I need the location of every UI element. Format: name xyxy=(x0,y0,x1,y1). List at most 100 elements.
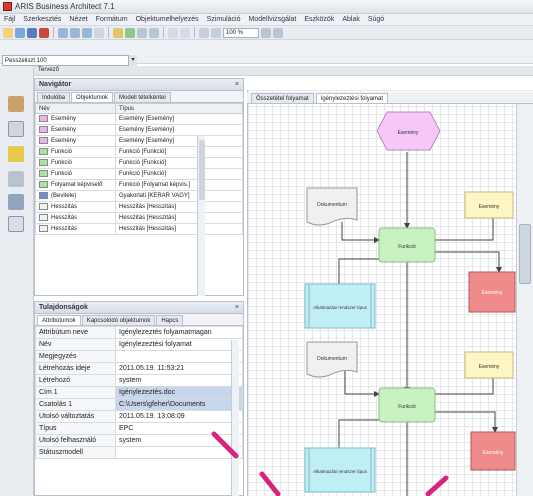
object-name-cell[interactable]: (Bevitele) xyxy=(35,190,116,202)
undo-icon[interactable] xyxy=(168,27,178,38)
menu-view[interactable]: Nézet xyxy=(69,16,87,23)
designer-icon[interactable] xyxy=(8,146,24,162)
attribute-row[interactable]: Státuszmodell xyxy=(35,446,243,459)
canvas-scrollbar[interactable] xyxy=(516,104,533,496)
attribute-value[interactable]: EPC xyxy=(115,422,243,435)
scroll-thumb[interactable] xyxy=(519,224,531,284)
attribute-row[interactable]: Cím 1 Igénylezeztés.doc xyxy=(35,386,243,399)
object-name-cell[interactable]: Funkció xyxy=(35,168,116,180)
open-icon[interactable] xyxy=(15,27,25,38)
attribute-value[interactable] xyxy=(115,446,243,459)
attribute-value[interactable]: system xyxy=(115,374,243,387)
menu-file[interactable]: Fájl xyxy=(4,16,15,23)
scroll-thumb[interactable] xyxy=(199,140,205,200)
object-type-cell[interactable]: Funkció [Funkció] xyxy=(115,157,243,169)
column-header-type[interactable]: Típus xyxy=(115,103,243,114)
menu-window[interactable]: Ablak xyxy=(342,16,360,23)
attribute-row[interactable]: Típus EPC xyxy=(35,422,243,435)
table-row[interactable]: Hesszitás Hesszitás [Hesszitás] xyxy=(35,201,243,213)
attribute-value[interactable]: 2011.05.19. 11:53:21 xyxy=(115,362,243,375)
zoom-in-icon[interactable] xyxy=(261,27,271,38)
application-system-shape[interactable]: Alkalmazási rendszer típus xyxy=(304,447,376,493)
attribute-row[interactable]: Attribútum neve Igénylezeztés folyamatmag… xyxy=(35,326,243,339)
attribute-value[interactable]: C:\Users\gfeher\Documents xyxy=(115,398,243,411)
object-type-cell[interactable]: Gyakorlati [KERAR VAGY] xyxy=(115,190,243,202)
attribute-value[interactable]: Igénylezeztés.doc xyxy=(115,386,243,399)
layout-icon[interactable] xyxy=(149,27,159,38)
table-row[interactable]: Hesszitás Hesszitás [Hesszitás] xyxy=(35,212,243,224)
table-row[interactable]: Esemény Esemény [Esemény] xyxy=(35,135,243,147)
database-icon[interactable] xyxy=(8,194,24,210)
attribute-row[interactable]: Utolsó felhasználó system xyxy=(35,434,243,447)
attribute-row[interactable]: Csatolás 1 C:\Users\gfeher\Documents xyxy=(35,398,243,411)
close-icon[interactable]: × xyxy=(235,302,239,313)
tab-doc-1[interactable]: Összetétel folyamat xyxy=(251,93,314,103)
menu-help[interactable]: Súgó xyxy=(368,16,384,23)
attributes-scrollbar[interactable] xyxy=(231,340,239,496)
table-row[interactable]: Funkció Funkció [Funkció] xyxy=(35,168,243,180)
menu-placement[interactable]: Objektumelhelyezés xyxy=(136,16,199,23)
object-name-cell[interactable]: Hesszitás xyxy=(35,223,116,235)
zoom-out-icon[interactable] xyxy=(273,27,283,38)
object-type-cell[interactable]: Esemény [Esemény] xyxy=(115,135,243,147)
menu-analysis[interactable]: Modellvizsgálat xyxy=(249,16,297,23)
tab-model-items[interactable]: Modell tételkéntei xyxy=(114,92,171,102)
object-name-cell[interactable]: Hesszitás xyxy=(35,201,116,213)
save-icon[interactable] xyxy=(27,27,37,38)
object-name-cell[interactable]: Esemény xyxy=(35,124,116,136)
event-shape[interactable]: Esemény xyxy=(464,351,514,379)
menu-simulation[interactable]: Szimuláció xyxy=(207,16,241,23)
object-name-cell[interactable]: Funkció xyxy=(35,146,116,158)
attribute-value[interactable]: Igénylezeztés folyamatmagan xyxy=(115,326,243,339)
tab-connections[interactable]: Hapcs xyxy=(156,315,184,325)
table-row[interactable]: Funkció Funkció [Funkció] xyxy=(35,157,243,169)
table-row[interactable]: Esemény Esemény [Esemény] xyxy=(35,124,243,136)
object-name-cell[interactable]: Esemény xyxy=(35,135,116,147)
event-red-shape[interactable]: Esemény xyxy=(470,431,516,471)
object-type-cell[interactable]: Funkció [Folyamat képvis.] xyxy=(115,179,243,191)
attribute-value[interactable]: system xyxy=(115,434,243,447)
grid-icon[interactable] xyxy=(137,27,147,38)
object-type-cell[interactable]: Hesszitás [Hesszitás] xyxy=(115,223,243,235)
event-shape[interactable]: Esemény xyxy=(464,191,514,219)
paste-icon[interactable] xyxy=(82,27,92,38)
function-shape[interactable]: Funkció xyxy=(378,227,436,263)
function-shape[interactable]: Funkció xyxy=(378,387,436,423)
menu-format[interactable]: Formátum xyxy=(96,16,128,23)
properties-icon[interactable] xyxy=(113,27,123,38)
attribute-value[interactable]: Igénylezeztési folyamat xyxy=(115,338,243,351)
attribute-row[interactable]: Megjegyzés xyxy=(35,350,243,363)
print-icon[interactable] xyxy=(39,27,49,38)
tab-doc-2[interactable]: Igénylezeztési folyamat xyxy=(315,93,389,103)
table-row[interactable]: Esemény Esemény [Esemény] xyxy=(35,113,243,125)
object-type-cell[interactable]: Funkció [Funkció] xyxy=(115,146,243,158)
home-icon[interactable] xyxy=(8,96,24,112)
object-type-cell[interactable]: Funkció [Funkció] xyxy=(115,168,243,180)
event-red-shape[interactable]: Esemény xyxy=(468,271,516,313)
attribute-value[interactable]: 2011.05.19. 13:08:09 xyxy=(115,410,243,423)
table-row[interactable]: Folyamat képviselő Funkció [Folyamat képv… xyxy=(35,179,243,191)
document-icon[interactable] xyxy=(8,216,24,232)
object-name-cell[interactable]: Hesszitás xyxy=(35,212,116,224)
object-type-cell[interactable]: Hesszitás [Hesszitás] xyxy=(115,212,243,224)
tab-attributes[interactable]: Attribútumok xyxy=(37,315,81,325)
close-icon[interactable]: × xyxy=(235,79,239,90)
start-event-shape[interactable]: Esemény xyxy=(376,111,441,151)
column-header-name[interactable]: Név xyxy=(35,103,116,114)
object-type-cell[interactable]: Hesszitás [Hesszitás] xyxy=(115,201,243,213)
application-system-shape[interactable]: Alkalmazási rendszer típus xyxy=(304,283,376,329)
tab-start[interactable]: Indulóba xyxy=(37,92,71,102)
attribute-row[interactable]: Utolsó változtatás 2011.05.19. 13:08:09 xyxy=(35,410,243,423)
table-row[interactable]: (Bevitele) Gyakorlati [KERAR VAGY] xyxy=(35,190,243,202)
layout-auto-icon[interactable] xyxy=(199,27,209,38)
model-icon[interactable] xyxy=(125,27,135,38)
align-icon[interactable] xyxy=(211,27,221,38)
object-name-cell[interactable]: Funkció xyxy=(35,157,116,169)
attribute-row[interactable]: Létrehozó system xyxy=(35,374,243,387)
delete-icon[interactable] xyxy=(94,27,104,38)
explorer-icon[interactable] xyxy=(8,121,24,137)
object-type-cell[interactable]: Esemény [Esemény] xyxy=(115,124,243,136)
object-name-cell[interactable]: Esemény xyxy=(35,113,116,125)
navigator-scrollbar[interactable] xyxy=(197,136,205,296)
cut-icon[interactable] xyxy=(58,27,68,38)
